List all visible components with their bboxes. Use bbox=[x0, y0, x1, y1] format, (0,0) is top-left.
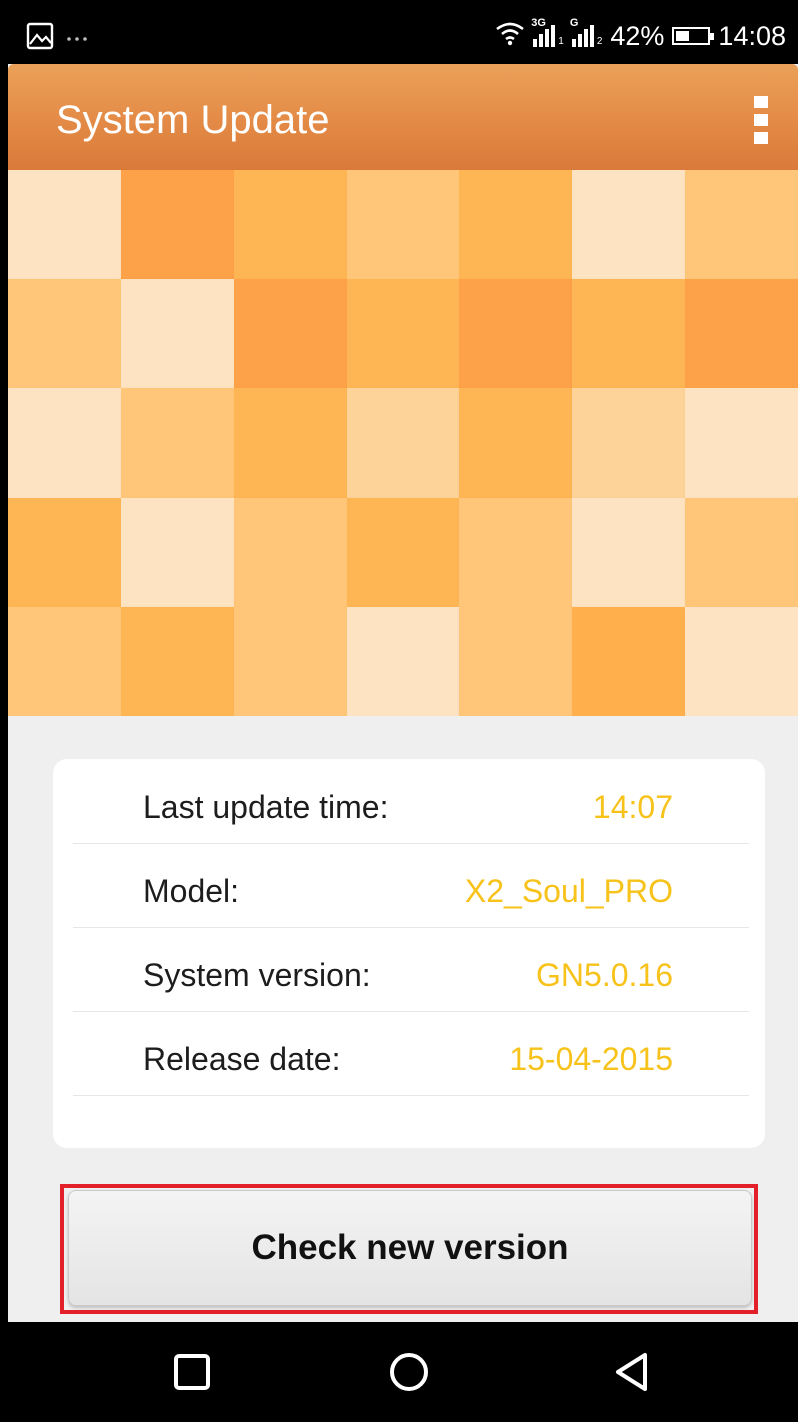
mosaic-tile bbox=[233, 279, 347, 390]
battery-percent: 42% bbox=[610, 20, 665, 51]
mosaic-tile bbox=[346, 497, 460, 608]
mosaic-tile bbox=[233, 388, 347, 499]
back-icon[interactable] bbox=[608, 1348, 656, 1396]
header-banner bbox=[8, 170, 798, 716]
info-card: Last update time: 14:07 Model: X2_Soul_P… bbox=[53, 759, 765, 1148]
mosaic-tile bbox=[346, 279, 460, 390]
mosaic-tile bbox=[8, 279, 121, 390]
mosaic-tile bbox=[572, 170, 686, 280]
info-value: GN5.0.16 bbox=[536, 957, 673, 993]
mosaic-tile bbox=[685, 497, 798, 608]
mosaic-tile bbox=[8, 170, 121, 280]
mosaic-tile bbox=[120, 170, 234, 280]
info-label: Model: bbox=[143, 873, 240, 909]
mosaic-tile bbox=[685, 170, 798, 280]
mosaic-tile bbox=[120, 606, 234, 716]
screen: 3G 1 G 2 42% 14:08 System Update Last up… bbox=[8, 8, 798, 1422]
navigation-bar bbox=[8, 1322, 798, 1422]
info-value: 15-04-2015 bbox=[509, 1041, 673, 1077]
mosaic-tile bbox=[685, 606, 798, 716]
signal-sim2-icon: G 2 bbox=[569, 17, 603, 47]
recent-apps-icon[interactable] bbox=[168, 1348, 216, 1396]
status-time: 14:08 bbox=[718, 20, 786, 51]
mosaic-tile bbox=[459, 606, 573, 716]
network-type-label: 3G bbox=[531, 17, 546, 29]
mosaic-tile bbox=[459, 497, 573, 608]
mosaic-tile bbox=[8, 606, 121, 716]
info-value: X2_Soul_PRO bbox=[464, 873, 673, 909]
image-notification-icon bbox=[26, 22, 54, 55]
mosaic-tile bbox=[120, 279, 234, 390]
mosaic-tile bbox=[685, 279, 798, 390]
info-label: Release date: bbox=[143, 1041, 341, 1077]
status-bar: 3G 1 G 2 42% 14:08 bbox=[8, 8, 798, 64]
check-new-version-button[interactable]: Check new version bbox=[68, 1190, 752, 1306]
more-vertical-icon[interactable] bbox=[754, 96, 768, 144]
info-row-system-version: System version: GN5.0.16 bbox=[73, 927, 749, 1012]
mosaic-tile bbox=[459, 170, 573, 280]
mosaic-tile bbox=[459, 388, 573, 499]
battery-icon bbox=[672, 27, 715, 45]
info-label: System version: bbox=[143, 957, 371, 993]
mosaic-tile bbox=[459, 279, 573, 390]
mosaic-tile bbox=[572, 497, 686, 608]
mosaic-tile bbox=[233, 170, 347, 280]
mosaic-tile bbox=[8, 497, 121, 608]
mosaic-tile bbox=[120, 497, 234, 608]
mosaic-tile bbox=[685, 388, 798, 499]
info-row-model: Model: X2_Soul_PRO bbox=[73, 843, 749, 928]
mosaic-tile bbox=[572, 388, 686, 499]
signal-sim1-icon: 3G 1 bbox=[531, 17, 564, 47]
info-row-last-update: Last update time: 14:07 bbox=[73, 759, 749, 844]
mosaic-tile bbox=[346, 170, 460, 280]
wifi-icon bbox=[495, 20, 525, 53]
app-toolbar: System Update bbox=[8, 64, 798, 170]
mosaic-tile bbox=[572, 279, 686, 390]
page-title: System Update bbox=[56, 98, 330, 142]
info-value: 14:07 bbox=[592, 789, 673, 825]
info-label: Last update time: bbox=[143, 789, 389, 825]
network-type-label: G bbox=[569, 17, 579, 29]
mosaic-tile bbox=[120, 388, 234, 499]
mosaic-tile bbox=[233, 606, 347, 716]
more-dots-icon bbox=[66, 30, 90, 48]
home-icon[interactable] bbox=[385, 1348, 433, 1396]
mosaic-tile bbox=[233, 497, 347, 608]
info-row-release-date: Release date: 15-04-2015 bbox=[73, 1011, 749, 1096]
mosaic-tile bbox=[346, 388, 460, 499]
mosaic-tile bbox=[572, 606, 686, 716]
mosaic-tile bbox=[8, 388, 121, 499]
mosaic-tile bbox=[346, 606, 460, 716]
